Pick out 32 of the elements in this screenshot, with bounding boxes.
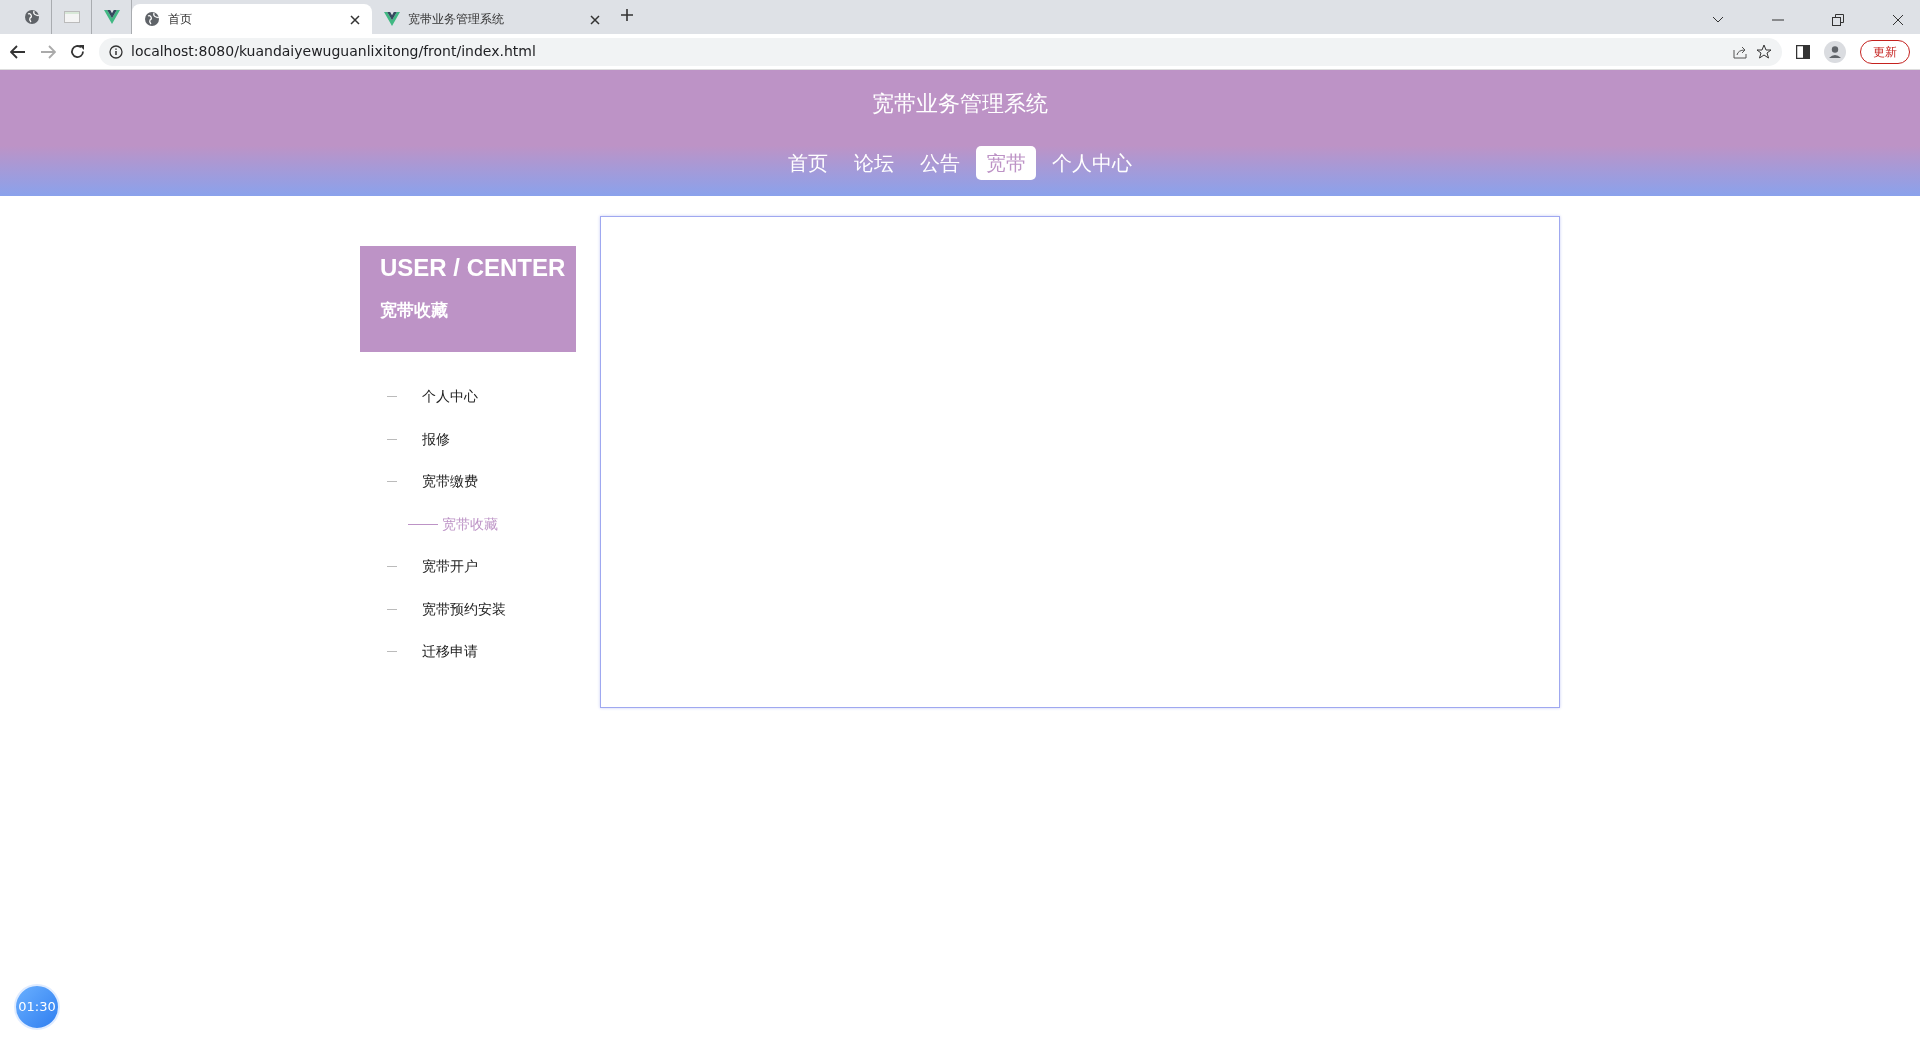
sidebar-item[interactable]: 宽带缴费 — [360, 460, 478, 503]
globe-icon — [144, 11, 160, 27]
reload-icon[interactable] — [70, 44, 85, 59]
site-title: 宽带业务管理系统 — [872, 90, 1048, 118]
page-icon — [63, 11, 80, 23]
update-button[interactable]: 更新 — [1860, 39, 1910, 64]
info-icon — [109, 44, 123, 59]
v-logo-icon — [103, 10, 120, 24]
back-icon[interactable] — [10, 44, 26, 59]
address-bar[interactable]: localhost:8080/kuandaiyewuguanlixitong/front/index.html — [99, 37, 1782, 66]
sidebar-heading: USER / CENTER — [380, 253, 567, 283]
star-icon[interactable] — [1756, 43, 1772, 60]
sidebar-item[interactable]: 个人中心 — [360, 375, 478, 418]
sidebar-item[interactable]: 宽带开户 — [360, 545, 478, 588]
sidebar-item[interactable]: 报修 — [360, 418, 450, 461]
close-icon[interactable] — [350, 14, 360, 25]
close-icon[interactable] — [1892, 14, 1904, 26]
globe-icon — [23, 9, 40, 25]
side-panel-icon[interactable] — [1796, 44, 1810, 59]
chevron-down-icon[interactable] — [1712, 16, 1724, 24]
new-tab-icon[interactable] — [620, 7, 634, 22]
share-icon[interactable] — [1733, 44, 1748, 59]
profile-icon[interactable] — [1824, 40, 1846, 63]
browser-tab[interactable]: 首页 — [132, 4, 372, 34]
browser-tab[interactable]: 宽带业务管理系统 — [372, 4, 612, 34]
sidebar-item[interactable]: 宽带预约安装 — [360, 588, 506, 631]
restore-icon[interactable] — [1832, 14, 1844, 26]
v-logo-icon — [384, 12, 400, 26]
close-icon[interactable] — [590, 14, 600, 25]
sidebar-subtitle: 宽带收藏 — [380, 299, 449, 322]
sidebar-item[interactable]: 迁移申请 — [360, 630, 478, 673]
timer-badge: 01:30 — [14, 984, 60, 1030]
